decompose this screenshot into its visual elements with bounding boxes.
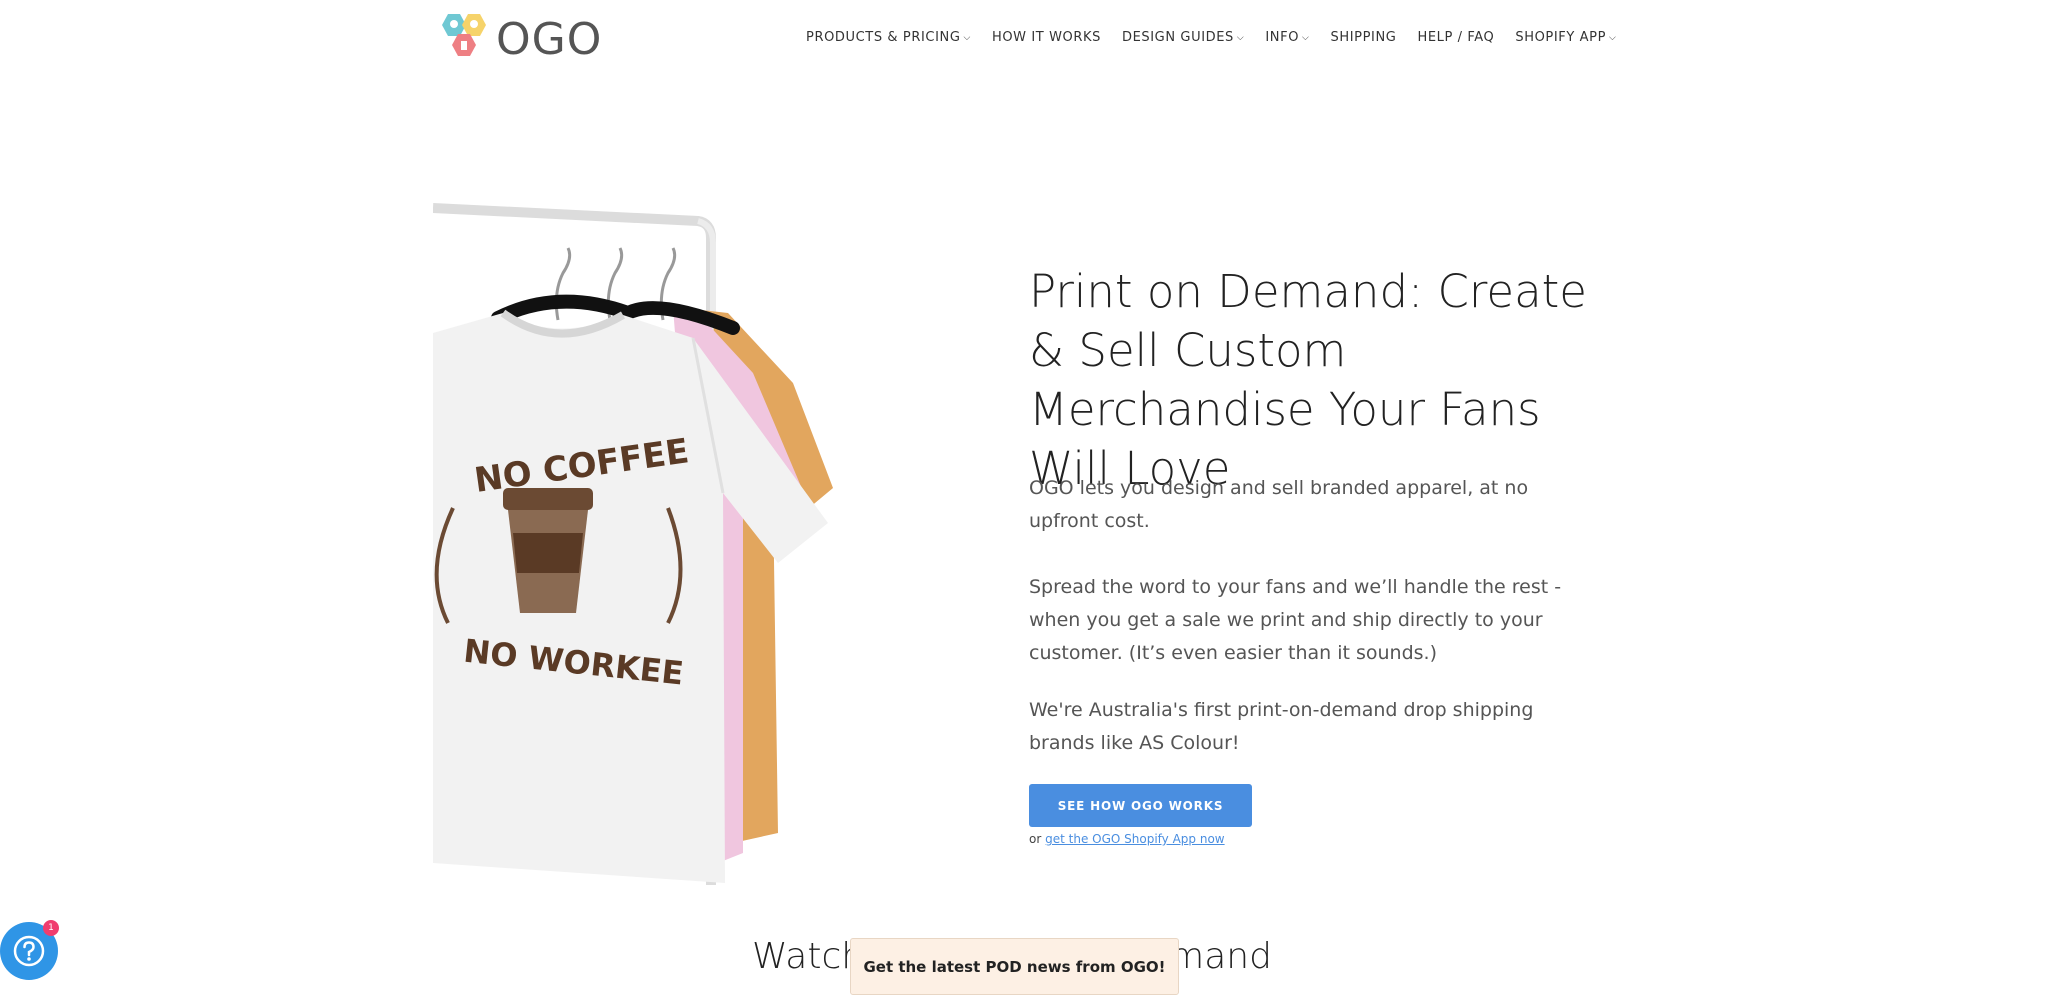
nav-help-faq[interactable]: HELP / FAQ — [1417, 30, 1494, 45]
hero-paragraph-1: OGO lets you design and sell branded app… — [1029, 477, 1529, 532]
nav-label: DESIGN GUIDES — [1121, 30, 1234, 45]
logo-wordmark: OGO — [496, 14, 603, 65]
section-title-left: Watch — [752, 936, 865, 977]
hero-headline: Print on Demand: Create & Sell Custom Me… — [1029, 265, 1587, 495]
hero-tshirts-image: NO COFFEE NO WORKEE — [432, 203, 893, 888]
shopify-link-line: or get the OGO Shopify App now — [1029, 832, 1225, 846]
nav-info[interactable]: INFO ⌵ — [1265, 30, 1309, 45]
nav-label: INFO — [1265, 30, 1300, 45]
or-text: or — [1029, 832, 1042, 846]
nav-shipping[interactable]: SHIPPING — [1330, 30, 1396, 45]
ogo-logo[interactable]: OGO — [434, 12, 604, 70]
question-icon — [13, 935, 45, 967]
hero-paragraph-3: We're Australia's first print-on-demand … — [1029, 699, 1534, 754]
nav-label: HOW IT WORKS — [991, 30, 1101, 45]
chevron-down-icon: ⌵ — [1236, 32, 1245, 43]
site-header: OGO PRODUCTS & PRICING ⌵ HOW IT WORKS DES… — [0, 0, 2048, 80]
nav-shopify-app[interactable]: SHOPIFY APP ⌵ — [1515, 30, 1616, 45]
nav-label: HELP / FAQ — [1417, 30, 1495, 45]
nav-how-it-works[interactable]: HOW IT WORKS — [992, 30, 1101, 45]
newsletter-popup[interactable]: Get the latest POD news from OGO! — [850, 938, 1179, 995]
main-nav: PRODUCTS & PRICING ⌵ HOW IT WORKS DESIGN … — [806, 30, 1637, 45]
chevron-down-icon: ⌵ — [1609, 32, 1617, 43]
notification-badge: 1 — [43, 920, 59, 936]
logo-hexagons-icon — [442, 14, 486, 56]
nav-design-guides[interactable]: DESIGN GUIDES ⌵ — [1122, 30, 1244, 45]
nav-label: SHIPPING — [1330, 30, 1397, 45]
chevron-down-icon: ⌵ — [1302, 32, 1310, 43]
newsletter-popup-label: Get the latest POD news from OGO! — [863, 957, 1166, 976]
see-how-ogo-works-button[interactable]: SEE HOW OGO WORKS — [1029, 784, 1252, 827]
shopify-app-link[interactable]: get the OGO Shopify App now — [1045, 832, 1225, 846]
nav-products-pricing[interactable]: PRODUCTS & PRICING ⌵ — [806, 30, 971, 45]
chevron-down-icon: ⌵ — [963, 32, 971, 43]
hero-paragraph-2: Spread the word to your fans and we’ll h… — [1029, 576, 1562, 664]
nav-label: PRODUCTS & PRICING — [806, 30, 961, 45]
nav-label: SHOPIFY APP — [1515, 30, 1607, 45]
